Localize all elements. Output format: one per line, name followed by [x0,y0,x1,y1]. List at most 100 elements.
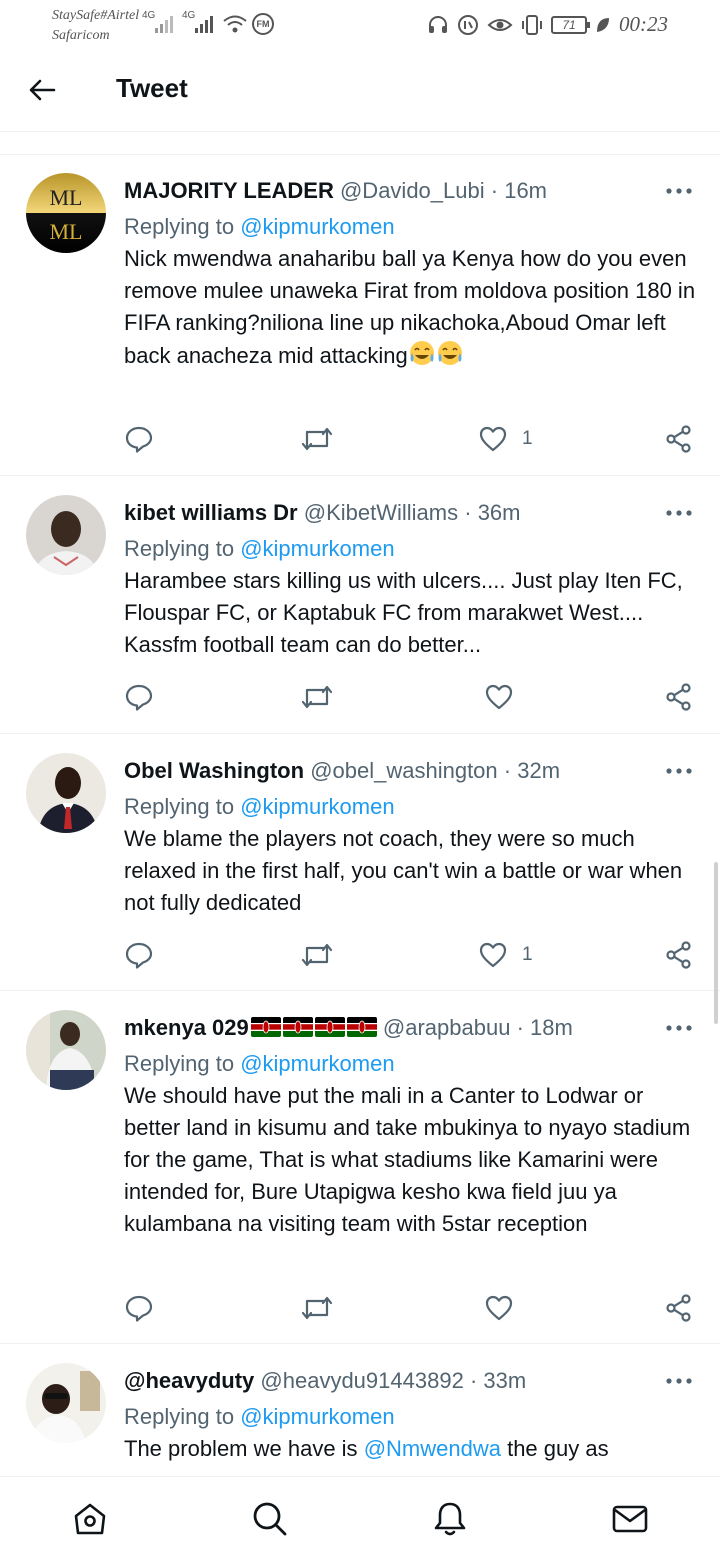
avatar[interactable] [26,1363,106,1443]
retweet-button[interactable] [300,935,334,975]
mention-link[interactable]: @kipmurkomen [240,1051,394,1076]
tweet-text: Nick mwendwa anaharibu ball ya Kenya how… [124,243,704,372]
avatar[interactable] [26,1010,106,1090]
svg-text:ML: ML [50,185,83,210]
retweet-icon [301,1296,333,1320]
kenya-flag-icon [250,1017,281,1037]
tweet-text: We blame the players not coach, they wer… [124,826,683,915]
nav-notifications[interactable] [430,1499,470,1539]
home-icon [74,1503,106,1535]
reply-icon [125,426,153,453]
more-options-button[interactable] [664,501,694,525]
more-options-button[interactable] [664,759,694,783]
like-button[interactable] [484,677,514,717]
more-icon [666,510,692,516]
share-button[interactable] [664,419,694,459]
like-button[interactable]: 1 [478,935,533,975]
display-name[interactable]: MAJORITY LEADER [124,178,334,203]
avatar[interactable]: ML ML [26,173,106,253]
timestamp[interactable]: 18m [530,1015,573,1040]
mention-link[interactable]: @kipmurkomen [240,536,394,561]
replying-to: Replying to @kipmurkomen [124,211,395,243]
tears-of-joy-emoji-icon [437,341,462,365]
share-icon [666,683,691,711]
nav-messages[interactable] [610,1499,650,1539]
tweet-text-part: The problem we have is [124,1436,358,1461]
kenya-flag-icon [314,1017,345,1037]
timestamp[interactable]: 16m [504,178,547,203]
heart-icon [479,426,507,452]
scrollbar[interactable] [714,862,718,1024]
page-title: Tweet [116,73,188,103]
more-options-button[interactable] [664,179,694,203]
avatar[interactable] [26,495,106,575]
back-button[interactable] [22,70,62,110]
display-name[interactable]: mkenya 029 [124,1015,249,1040]
share-button[interactable] [664,1288,694,1328]
separator-dot: · [516,1015,524,1040]
retweet-button[interactable] [300,677,334,717]
replying-to-label: Replying to [124,536,235,561]
tweet-card[interactable]: kibet williams Dr @KibetWilliams · 36m R… [0,477,720,734]
like-button[interactable] [484,1288,514,1328]
share-icon [666,1294,691,1322]
nav-search[interactable] [250,1499,290,1539]
retweet-button[interactable] [300,419,334,459]
mention-link[interactable]: @kipmurkomen [240,794,394,819]
user-handle[interactable]: @arapbabuu [383,1015,511,1040]
retweet-button[interactable] [300,1288,334,1328]
timestamp[interactable]: 36m [478,500,521,525]
user-handle[interactable]: @Davido_Lubi [340,178,485,203]
timestamp[interactable]: 32m [517,758,560,783]
tweet-header: @heavyduty @heavydu91443892 · 33m [124,1365,526,1397]
signal-icon [155,16,173,33]
tweet-card[interactable]: mkenya 029 @arapbabuu · 18m Replying to … [0,992,720,1344]
mention-link[interactable]: @kipmurkomen [240,214,394,239]
heart-icon [479,942,507,968]
mention-link[interactable]: @kipmurkomen [240,1404,394,1429]
tweet-card[interactable]: ML ML MAJORITY LEADER @Davido_Lubi · 16m… [0,155,720,476]
tweet-card[interactable]: @heavyduty @heavydu91443892 · 33m Replyi… [0,1345,720,1476]
retweet-icon [301,943,333,967]
timestamp[interactable]: 33m [483,1368,526,1393]
heart-icon [485,684,513,710]
tears-of-joy-emoji-icon [409,341,434,365]
wifi-icon [223,15,247,33]
separator-dot: · [490,178,499,203]
display-name[interactable]: Obel Washington [124,758,304,783]
reply-button[interactable] [124,935,154,975]
user-handle[interactable]: @heavydu91443892 [260,1368,463,1393]
carrier-line-2: Safaricom [52,28,110,43]
separator-dot: · [469,1368,478,1393]
separator-dot: · [503,758,512,783]
replying-to-label: Replying to [124,1404,235,1429]
reply-button[interactable] [124,1288,154,1328]
display-name[interactable]: kibet williams Dr [124,500,298,525]
display-name[interactable]: @heavyduty [124,1368,254,1393]
share-button[interactable] [664,935,694,975]
share-icon [666,941,691,969]
user-handle[interactable]: @obel_washington [310,758,497,783]
tweet-header: kibet williams Dr @KibetWilliams · 36m [124,497,520,529]
tweet-header: mkenya 029 @arapbabuu · 18m [124,1012,573,1044]
user-handle[interactable]: @KibetWilliams [304,500,458,525]
status-bar: StaySafe#Airtel Safaricom 4G 4G FM 71 00… [0,0,720,52]
tweet-card[interactable]: Obel Washington @obel_washington · 32m R… [0,735,720,991]
reply-button[interactable] [124,677,154,717]
eye-icon [487,18,513,31]
mention-link[interactable]: @Nmwendwa [364,1436,501,1461]
more-options-button[interactable] [664,1369,694,1393]
nav-home[interactable] [70,1499,110,1539]
like-button[interactable]: 1 [478,419,533,459]
separator-dot: · [464,500,472,525]
more-options-button[interactable] [664,1016,694,1040]
more-icon [666,188,692,194]
more-icon [666,1025,692,1031]
reply-button[interactable] [124,419,154,459]
tweet-text: The problem we have is @Nmwendwa the guy… [124,1433,704,1465]
replying-to: Replying to @kipmurkomen [124,1048,395,1080]
share-button[interactable] [664,677,694,717]
avatar[interactable] [26,753,106,833]
tweet-text: Harambee stars killing us with ulcers...… [124,568,683,657]
tweet-text: We should have put the mali in a Canter … [124,1083,691,1236]
